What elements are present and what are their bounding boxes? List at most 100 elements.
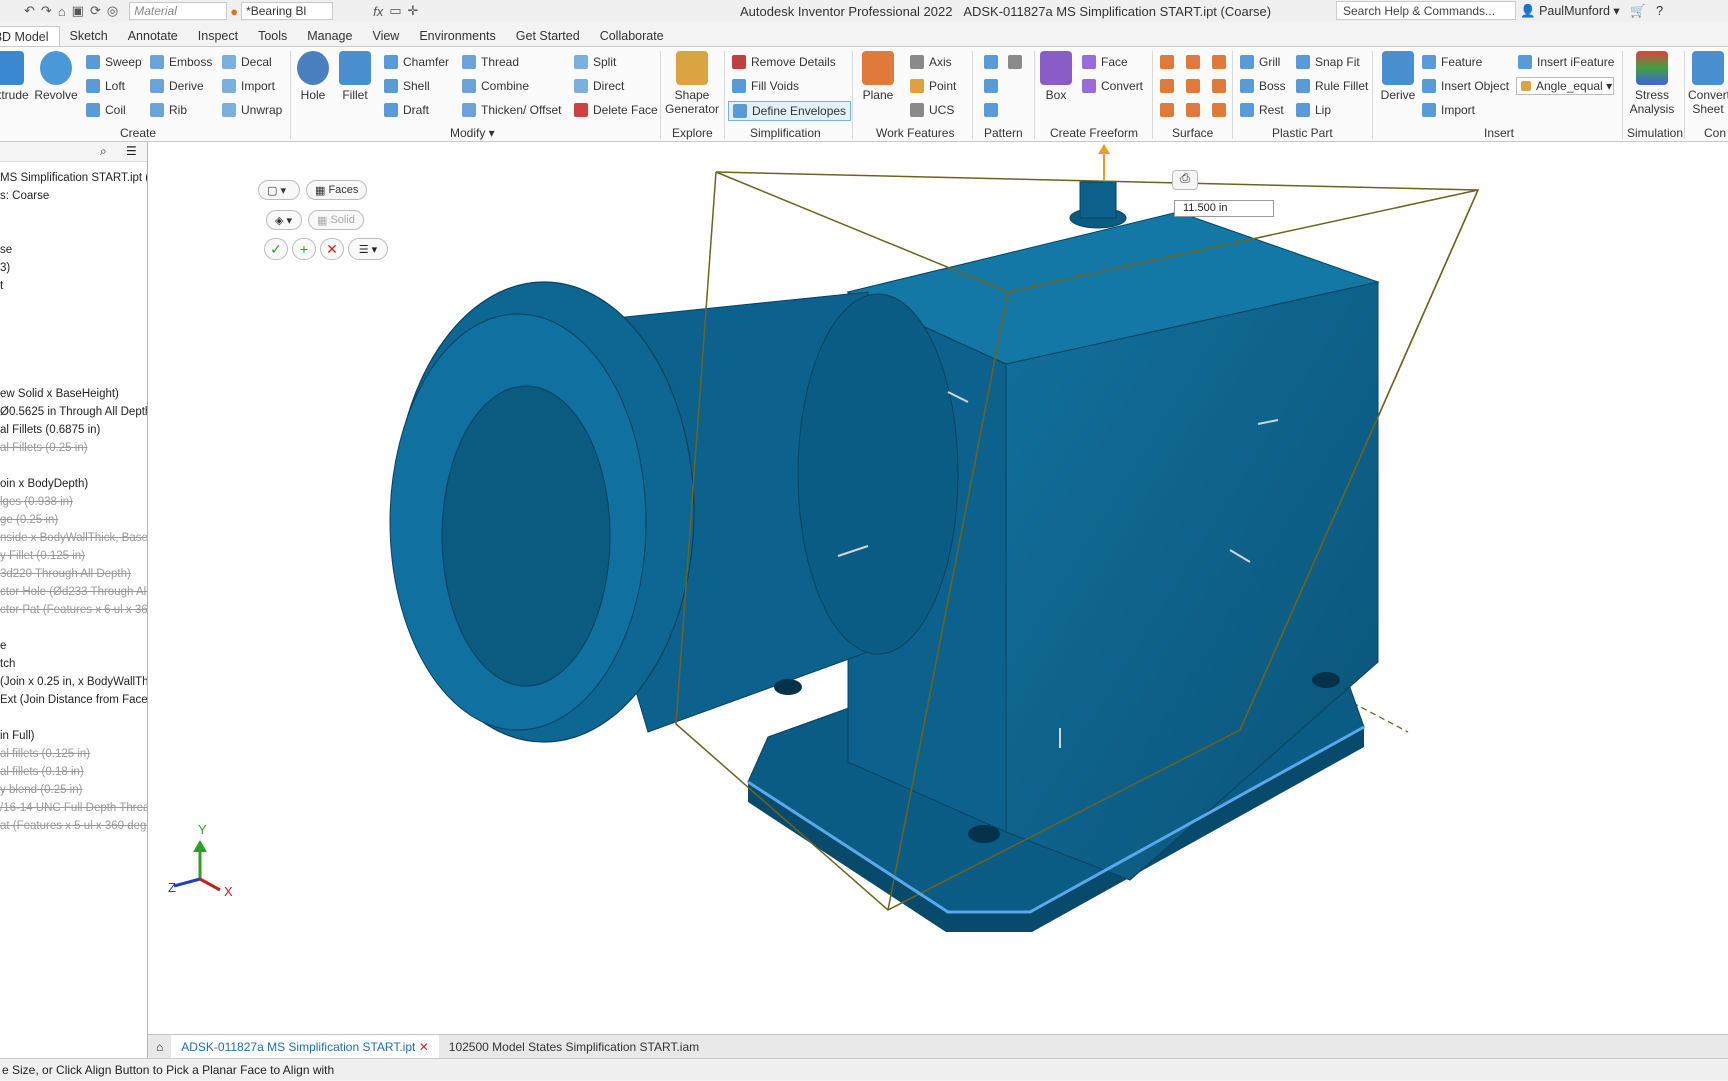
snap-fit-button[interactable]: Snap Fit bbox=[1296, 55, 1360, 69]
rest-button[interactable]: Rest bbox=[1240, 103, 1284, 117]
thread-button[interactable]: Thread bbox=[462, 55, 519, 69]
loft-button[interactable]: Loft bbox=[86, 79, 125, 93]
cancel-button[interactable]: ✕ bbox=[320, 238, 344, 260]
surface-tool-4[interactable] bbox=[1160, 79, 1179, 93]
tree-node[interactable]: MS Simplification START.ipt (Co bbox=[0, 172, 147, 184]
tab-sketch[interactable]: Sketch bbox=[60, 26, 118, 46]
revolve-button[interactable]: Revolve bbox=[34, 51, 78, 102]
delete-face-button[interactable]: Delete Face bbox=[574, 103, 658, 117]
save-icon[interactable]: ▣ bbox=[72, 3, 84, 19]
draft-button[interactable]: Draft bbox=[384, 103, 429, 117]
combine-button[interactable]: Combine bbox=[462, 79, 529, 93]
unwrap-button[interactable]: Unwrap bbox=[222, 103, 282, 117]
ok-button[interactable]: ✓ bbox=[264, 238, 288, 260]
chamfer-button[interactable]: Chamfer bbox=[384, 55, 449, 69]
tree-node[interactable]: ew Solid x BaseHeight) bbox=[0, 388, 119, 400]
surface-tool-9[interactable] bbox=[1212, 103, 1231, 117]
insert-ifeature-button[interactable]: Insert iFeature bbox=[1518, 55, 1614, 69]
align-button[interactable]: ⎙ bbox=[1172, 170, 1198, 190]
lip-button[interactable]: Lip bbox=[1296, 103, 1331, 117]
tab-get-started[interactable]: Get Started bbox=[506, 26, 590, 46]
tree-node[interactable]: al Fillets (0.25 in) bbox=[0, 442, 88, 454]
hole-button[interactable]: Hole bbox=[296, 51, 330, 102]
tree-node[interactable]: t bbox=[0, 280, 3, 292]
solid-mode-dropdown[interactable]: ◈ ▾ bbox=[266, 210, 302, 230]
options-dropdown[interactable]: ☰ ▾ bbox=[348, 238, 388, 260]
home-icon[interactable]: ⌂ bbox=[58, 4, 66, 19]
grill-button[interactable]: Grill bbox=[1240, 55, 1280, 69]
close-icon[interactable]: ✕ bbox=[419, 1040, 429, 1054]
circ-pattern-button[interactable] bbox=[984, 79, 1003, 93]
modify-panel-label[interactable]: Modify ▾ bbox=[450, 126, 495, 140]
ucs-button[interactable]: UCS bbox=[910, 103, 954, 117]
surface-tool-3[interactable] bbox=[1212, 55, 1231, 69]
fillet-button[interactable]: Fillet bbox=[338, 51, 372, 102]
graphics-viewport[interactable]: Y Z X ▢ ▾ ▦ Faces ◈ ▾ ▦ Solid ✓ + ✕ ☰ ▾ … bbox=[148, 142, 1728, 1034]
sweep-button[interactable]: Sweep bbox=[86, 55, 142, 69]
search-icon[interactable]: ⌕ bbox=[100, 144, 107, 159]
faces-button[interactable]: ▦ Faces bbox=[306, 180, 368, 200]
solid-button[interactable]: ▦ Solid bbox=[308, 210, 364, 230]
tree-node[interactable]: ge (0.25 in) bbox=[0, 514, 58, 526]
tab-view[interactable]: View bbox=[362, 26, 409, 46]
tab-collaborate[interactable]: Collaborate bbox=[590, 26, 674, 46]
select-icon[interactable]: ◎ bbox=[107, 3, 118, 19]
cart-icon[interactable]: 🛒 bbox=[1630, 4, 1646, 18]
rib-button[interactable]: Rib bbox=[150, 103, 187, 117]
tab-3d-model[interactable]: 3D Model bbox=[0, 26, 60, 46]
tree-node[interactable]: /16-14 UNC Full Depth Thread bbox=[0, 802, 147, 814]
surface-tool-5[interactable] bbox=[1186, 79, 1205, 93]
envelope-size-input[interactable]: 11.500 in bbox=[1174, 200, 1274, 217]
insert-import-button[interactable]: Import bbox=[1422, 103, 1475, 117]
freeform-face-button[interactable]: Face bbox=[1082, 55, 1128, 69]
apply-button[interactable]: + bbox=[292, 238, 316, 260]
fill-voids-button[interactable]: Fill Voids bbox=[732, 79, 799, 93]
freeform-box-button[interactable]: Box bbox=[1038, 51, 1074, 102]
tree-node[interactable]: al fillets (0.18 in) bbox=[0, 766, 84, 778]
fx-icon[interactable]: fx bbox=[373, 4, 383, 19]
search-input[interactable]: Search Help & Commands... bbox=[1336, 1, 1516, 20]
surface-tool-2[interactable] bbox=[1186, 55, 1205, 69]
extrude-button[interactable]: Extrude bbox=[0, 51, 30, 102]
tree-node[interactable]: y Fillet (0.125 in) bbox=[0, 550, 85, 562]
selection-mode-dropdown[interactable]: ▢ ▾ bbox=[258, 180, 300, 200]
remove-details-button[interactable]: Remove Details bbox=[732, 55, 836, 69]
sketch-pattern-button[interactable] bbox=[984, 103, 1003, 117]
plus-icon[interactable]: ✛ bbox=[408, 3, 419, 19]
undo-icon[interactable]: ↶ bbox=[24, 3, 35, 19]
define-envelopes-button[interactable]: Define Envelopes bbox=[728, 101, 852, 121]
help-icon[interactable]: ? bbox=[1656, 4, 1663, 18]
convert-sheet-button[interactable]: Convert Sheet bbox=[1688, 51, 1728, 116]
stress-analysis-button[interactable]: Stress Analysis bbox=[1624, 51, 1680, 116]
tree-node[interactable]: at (Features x 5 ul x 360 deg) bbox=[0, 820, 147, 832]
mirror-button[interactable] bbox=[1008, 55, 1027, 69]
tab-annotate[interactable]: Annotate bbox=[118, 26, 188, 46]
insert-derive-button[interactable]: Derive bbox=[1378, 51, 1418, 102]
boss-button[interactable]: Boss bbox=[1240, 79, 1286, 93]
appearance-combo[interactable]: *Bearing Bl bbox=[241, 2, 334, 20]
tree-node[interactable]: se bbox=[0, 244, 12, 256]
menu-icon[interactable]: ☰ bbox=[126, 144, 137, 158]
tree-node[interactable]: ctor Pat (Features x 6 ul x 360 bbox=[0, 604, 147, 616]
point-button[interactable]: Point bbox=[910, 79, 956, 93]
shape-generator-button[interactable]: Shape Generator bbox=[664, 51, 720, 116]
tab-manage[interactable]: Manage bbox=[297, 26, 362, 46]
rule-fillet-button[interactable]: Rule Fillet bbox=[1296, 79, 1368, 93]
update-icon[interactable]: ⟳ bbox=[90, 3, 101, 19]
tree-node[interactable]: al fillets (0.125 in) bbox=[0, 748, 90, 760]
doc-tab-ipt[interactable]: ADSK-011827a MS Simplification START.ipt… bbox=[171, 1034, 439, 1059]
surface-tool-6[interactable] bbox=[1212, 79, 1231, 93]
tree-node[interactable]: Ø0.5625 in Through All Depth) bbox=[0, 406, 147, 418]
tree-node[interactable]: s: Coarse bbox=[0, 190, 49, 202]
tree-node[interactable]: e bbox=[0, 640, 6, 652]
tree-node[interactable]: in Full) bbox=[0, 730, 35, 742]
home-tab-icon[interactable]: ⌂ bbox=[148, 1040, 171, 1054]
ifeature-combo[interactable]: Angle_equal ▾ bbox=[1516, 77, 1614, 95]
tree-node[interactable]: 3) bbox=[0, 262, 10, 274]
plane-button[interactable]: Plane bbox=[858, 51, 898, 102]
tab-environments[interactable]: Environments bbox=[409, 26, 505, 46]
tree-node[interactable]: oin x BodyDepth) bbox=[0, 478, 88, 490]
tree-node[interactable]: y blend (0.25 in) bbox=[0, 784, 82, 796]
tree-node[interactable]: 3d220 Through All Depth) bbox=[0, 568, 131, 580]
redo-icon[interactable]: ↷ bbox=[41, 3, 52, 19]
